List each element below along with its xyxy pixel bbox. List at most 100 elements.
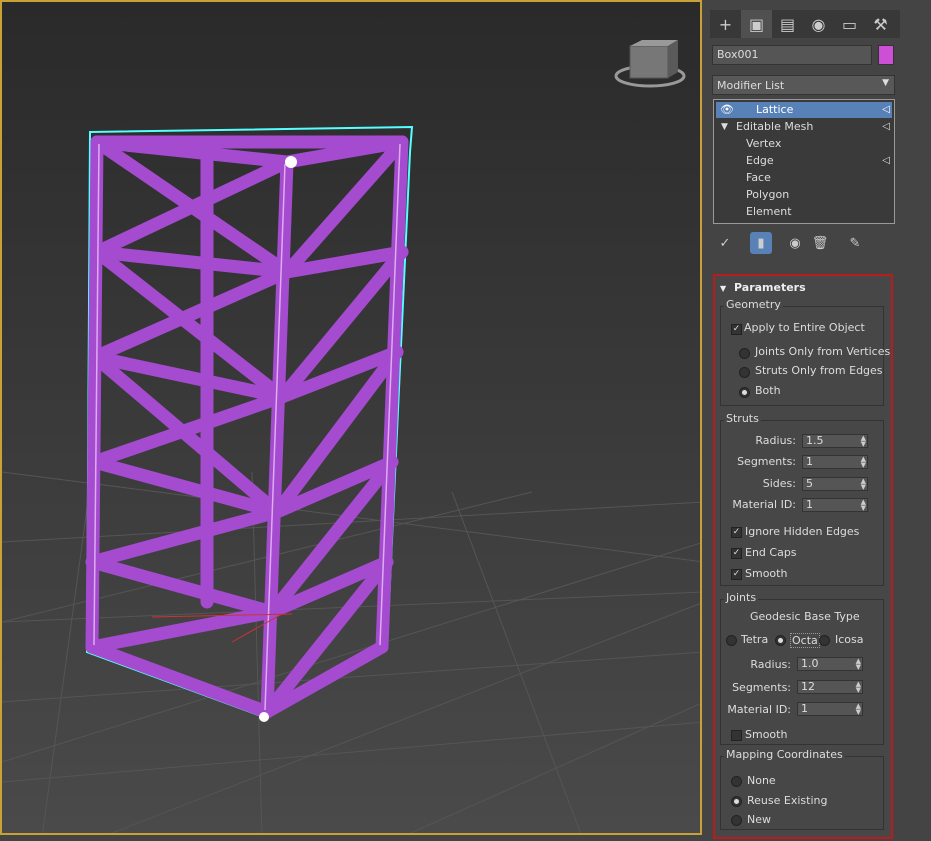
struts-smooth-checkbox[interactable]: ✓ xyxy=(731,569,742,580)
struts-matid-spinner[interactable]: 1 ▲ ▼ xyxy=(802,498,868,512)
spinner-arrows-icon[interactable]: ▲ ▼ xyxy=(856,681,861,694)
struts-radius-label: Radius: xyxy=(755,434,796,447)
joints-matid-label: Material ID: xyxy=(727,703,791,716)
mapping-reuse-radio[interactable] xyxy=(731,796,742,807)
group-title: Joints xyxy=(724,591,759,604)
spinner-value: 12 xyxy=(801,680,815,693)
viewcube-icon[interactable] xyxy=(614,40,686,88)
struts-sides-spinner[interactable]: 5 ▲ ▼ xyxy=(802,477,868,491)
modifier-stack: 👁 Lattice ◁ ▼ Editable Mesh ◁ Vertex Edg… xyxy=(713,99,895,224)
geometry-group: Geometry ✓ Apply to Entire Object Joints… xyxy=(720,298,890,406)
spinner-value: 1 xyxy=(801,702,808,715)
stack-item-label: Vertex xyxy=(746,137,782,150)
stack-item-editable-mesh[interactable]: ▼ Editable Mesh ◁ xyxy=(716,119,892,135)
stack-item-label: Polygon xyxy=(746,188,790,201)
stack-item-label: Face xyxy=(746,171,771,184)
pin-triangle-icon: ◁ xyxy=(882,104,890,115)
joints-radius-label: Radius: xyxy=(750,658,791,671)
octa-label: Octa xyxy=(790,633,820,648)
ignore-hidden-checkbox[interactable]: ✓ xyxy=(731,527,742,538)
struts-segments-label: Segments: xyxy=(737,455,796,468)
modifier-list-label: Modifier List xyxy=(717,79,785,92)
make-unique-icon[interactable]: ◉ xyxy=(784,232,806,254)
joints-only-label: Joints Only from Vertices xyxy=(755,345,891,358)
spinner-value: 1.5 xyxy=(806,434,824,447)
parameters-rollout: ▼ Parameters Geometry ✓ Apply to Entire … xyxy=(713,274,893,839)
display-icon[interactable]: ▭ xyxy=(834,10,865,38)
spinner-arrows-icon[interactable]: ▲ ▼ xyxy=(861,499,866,512)
joints-group: Joints Geodesic Base Type Tetra Octa Ico… xyxy=(720,591,884,745)
command-panel: + ▣ ▤ ◉ ▭ ⚒ Box001 Modifier List ▼ 👁 Lat… xyxy=(706,0,931,841)
struts-segments-spinner[interactable]: 1 ▲ ▼ xyxy=(802,455,868,469)
stack-item-vertex[interactable]: Vertex xyxy=(716,136,892,152)
group-title: Struts xyxy=(724,412,761,425)
scene-canvas[interactable] xyxy=(2,2,702,835)
spinner-arrows-icon[interactable]: ▲ ▼ xyxy=(861,478,866,491)
joints-smooth-checkbox[interactable] xyxy=(731,730,742,741)
struts-smooth-label: Smooth xyxy=(745,567,788,580)
struts-only-radio[interactable] xyxy=(739,367,750,378)
mapping-reuse-label: Reuse Existing xyxy=(747,794,828,807)
parameters-rollout-header[interactable]: ▼ Parameters xyxy=(720,281,806,294)
stack-item-element[interactable]: Element xyxy=(716,204,892,220)
joints-matid-spinner[interactable]: 1 ▲ ▼ xyxy=(797,702,863,716)
utilities-icon[interactable]: ⚒ xyxy=(865,10,896,38)
end-caps-label: End Caps xyxy=(745,546,797,559)
stack-item-label: Edge xyxy=(746,154,774,167)
joints-segments-spinner[interactable]: 12 ▲ ▼ xyxy=(797,680,863,694)
mapping-none-label: None xyxy=(747,774,776,787)
spinner-value: 1.0 xyxy=(801,657,819,670)
spinner-value: 1 xyxy=(806,455,813,468)
joints-smooth-label: Smooth xyxy=(745,728,788,741)
motion-icon[interactable]: ◉ xyxy=(803,10,834,38)
perspective-viewport[interactable] xyxy=(0,0,702,835)
both-radio[interactable] xyxy=(739,387,750,398)
struts-radius-spinner[interactable]: 1.5 ▲ ▼ xyxy=(802,434,868,448)
spinner-value: 5 xyxy=(806,477,813,490)
pin-triangle-icon: ◁ xyxy=(882,121,890,132)
mapping-new-label: New xyxy=(747,813,771,826)
rollout-title: Parameters xyxy=(734,281,806,294)
mapping-none-radio[interactable] xyxy=(731,776,742,787)
spinner-arrows-icon[interactable]: ▲ ▼ xyxy=(856,703,861,716)
object-color-swatch[interactable] xyxy=(878,45,894,65)
joints-segments-label: Segments: xyxy=(732,681,791,694)
end-caps-checkbox[interactable]: ✓ xyxy=(731,548,742,559)
modifier-list-dropdown[interactable]: Modifier List ▼ xyxy=(712,75,895,95)
tetra-radio[interactable] xyxy=(726,635,737,646)
show-end-result-icon[interactable]: ▮ xyxy=(750,232,772,254)
struts-only-label: Struts Only from Edges xyxy=(755,364,883,377)
ignore-hidden-label: Ignore Hidden Edges xyxy=(745,525,860,538)
spinner-arrows-icon[interactable]: ▲ ▼ xyxy=(861,456,866,469)
stack-item-label: Lattice xyxy=(756,103,794,116)
stack-item-lattice[interactable]: 👁 Lattice ◁ xyxy=(716,102,892,118)
expand-triangle-icon[interactable]: ▼ xyxy=(721,119,728,135)
modify-icon[interactable]: ▣ xyxy=(741,10,772,38)
eye-icon[interactable]: 👁 xyxy=(720,102,734,118)
configure-sets-icon[interactable]: ✎ xyxy=(844,232,866,254)
pin-triangle-icon: ◁ xyxy=(882,155,890,166)
icosa-radio[interactable] xyxy=(819,635,830,646)
stack-item-polygon[interactable]: Polygon xyxy=(716,187,892,203)
spinner-arrows-icon[interactable]: ▲ ▼ xyxy=(856,658,861,671)
both-label: Both xyxy=(755,384,781,397)
hierarchy-icon[interactable]: ▤ xyxy=(772,10,803,38)
apply-entire-checkbox[interactable]: ✓ xyxy=(731,324,742,335)
object-name-input[interactable]: Box001 xyxy=(712,45,872,65)
stack-item-edge[interactable]: Edge ◁ xyxy=(716,153,892,169)
spinner-arrows-icon[interactable]: ▲ ▼ xyxy=(861,435,866,448)
pin-stack-icon[interactable]: ✓ xyxy=(714,232,736,254)
stack-item-face[interactable]: Face xyxy=(716,170,892,186)
apply-entire-label: Apply to Entire Object xyxy=(744,321,865,334)
joints-only-radio[interactable] xyxy=(739,348,750,359)
mapping-new-radio[interactable] xyxy=(731,815,742,826)
command-panel-tabs: + ▣ ▤ ◉ ▭ ⚒ xyxy=(710,10,900,38)
collapse-triangle-icon: ▼ xyxy=(720,284,727,293)
create-icon[interactable]: + xyxy=(710,10,741,38)
octa-radio[interactable] xyxy=(775,635,786,646)
struts-matid-label: Material ID: xyxy=(732,498,796,511)
joints-radius-spinner[interactable]: 1.0 ▲ ▼ xyxy=(797,657,863,671)
struts-group: Struts Radius: 1.5 ▲ ▼ Segments: 1 ▲ ▼ Sides… xyxy=(720,412,884,586)
group-title: Geometry xyxy=(724,298,783,311)
remove-modifier-icon[interactable]: 🗑 xyxy=(809,232,831,254)
